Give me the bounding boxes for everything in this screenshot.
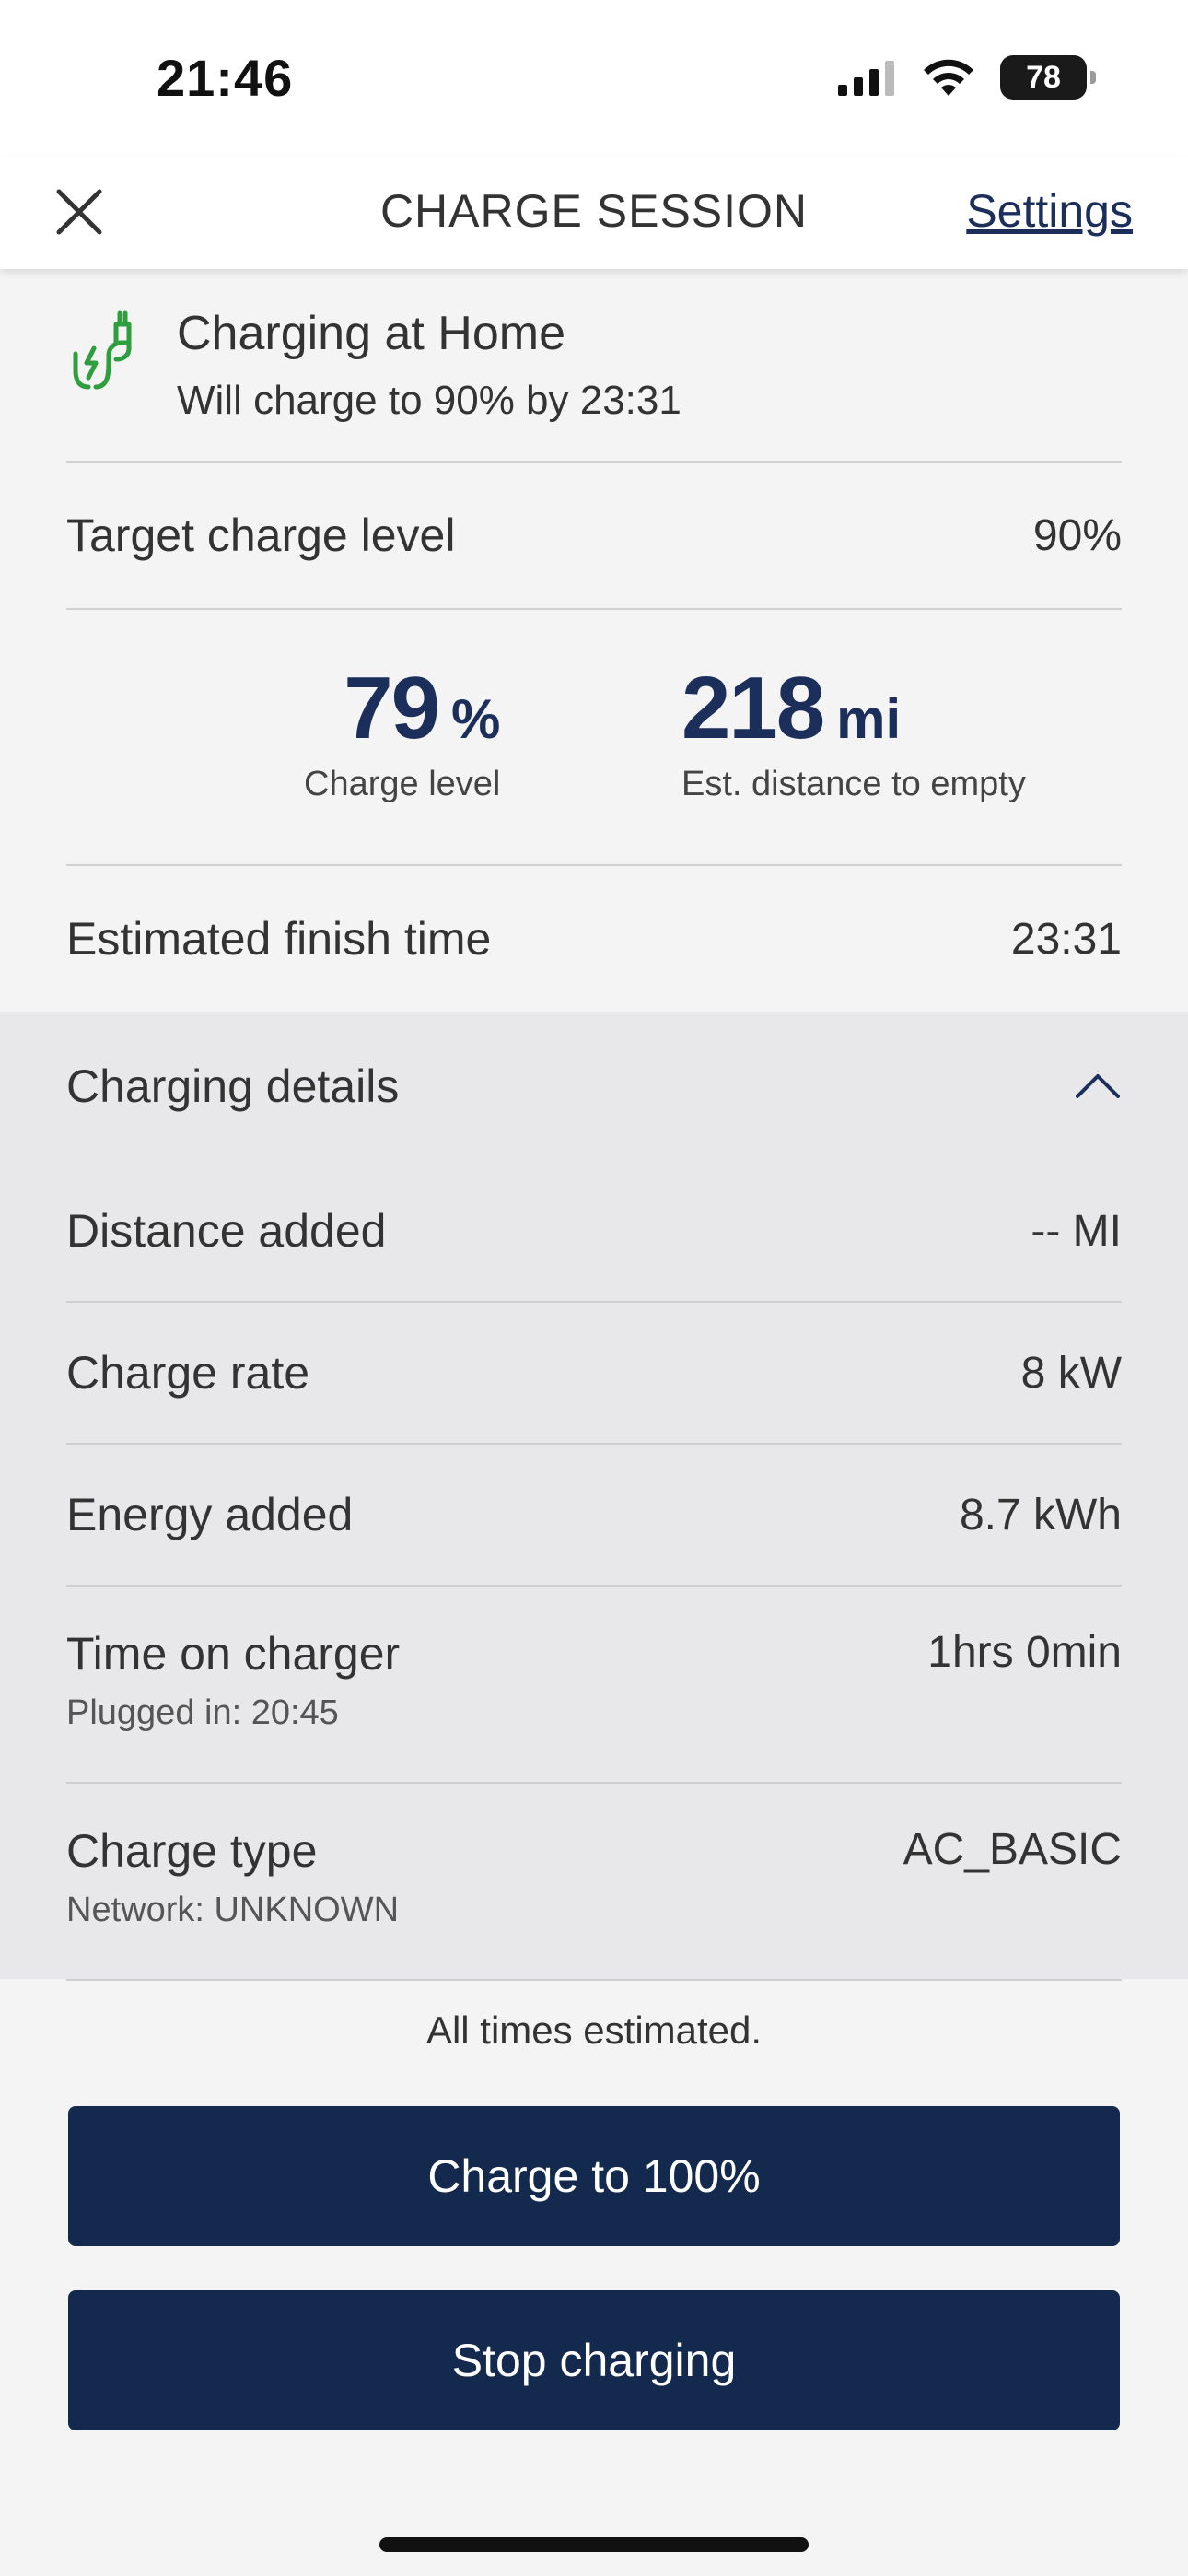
estimate-footnote: All times estimated.: [425, 2008, 763, 2052]
charging-plug-icon: [73, 310, 132, 390]
detail-row-distance-added: Distance added -- MI: [0, 1161, 1188, 1301]
target-charge-label: Target charge level: [66, 509, 456, 561]
battery-tail: [1090, 71, 1096, 84]
detail-value: -- MI: [1031, 1206, 1122, 1256]
distance-value: 218: [681, 659, 825, 757]
distance-metric: 218 mi Est. distance to empty: [681, 658, 1026, 804]
battery-icon: 78: [1000, 55, 1096, 100]
detail-label: Charge type: [66, 1825, 318, 1877]
target-charge-value: 90%: [1032, 510, 1122, 560]
stop-charging-button[interactable]: Stop charging: [68, 2290, 1120, 2430]
finish-time-row: Estimated finish time 23:31: [0, 866, 1188, 1012]
charge-metrics: 79% Charge level 218 mi Est. distance to …: [0, 610, 1188, 864]
detail-value: 8.7 kWh: [959, 1490, 1122, 1540]
detail-value: 1hrs 0min: [927, 1628, 1122, 1677]
wifi-icon: [921, 57, 976, 98]
session-title: Charging at Home: [177, 307, 565, 360]
detail-row-charge-type: Charge type Network: UNKNOWN AC_BASIC: [0, 1784, 1188, 1979]
charge-level-unit: %: [450, 688, 501, 750]
detail-row-energy-added: Energy added 8.7 kWh: [0, 1445, 1188, 1585]
detail-label: Energy added: [66, 1489, 354, 1540]
divider: [66, 1979, 1122, 1981]
detail-value: AC_BASIC: [903, 1825, 1122, 1874]
charge-level-label: Charge level: [304, 765, 501, 803]
finish-time-value: 23:31: [1010, 914, 1122, 964]
charge-to-100-button[interactable]: Charge to 100%: [68, 2106, 1120, 2246]
detail-label: Charge rate: [66, 1347, 310, 1399]
nav-header: CHARGE SESSION Settings: [0, 157, 1188, 269]
home-indicator[interactable]: [379, 2537, 809, 2552]
status-bar: 21:46 78: [0, 0, 1188, 157]
session-subtitle: Will charge to 90% by 23:31: [177, 378, 681, 423]
finish-time-label: Estimated finish time: [66, 913, 492, 965]
charge-level-metric: 79% Charge level: [304, 658, 500, 804]
charge-level-value: 79: [344, 659, 440, 757]
detail-row-time-on-charger: Time on charger Plugged in: 20:45 1hrs 0…: [0, 1587, 1188, 1782]
charge-session-screen: 21:46 78 CHARGE SESSION Settings Chargin…: [0, 0, 1188, 2576]
status-icons: 78: [838, 55, 1096, 100]
charging-details-section: Charging details Distance added -- MI Ch…: [0, 1012, 1188, 1979]
detail-label: Time on charger: [66, 1628, 401, 1680]
charging-location: Charging at Home Will charge to 90% by 2…: [0, 269, 1188, 461]
battery-level: 78: [1026, 59, 1061, 95]
charging-details-title: Charging details: [66, 1060, 400, 1112]
detail-row-charge-rate: Charge rate 8 kW: [0, 1303, 1188, 1443]
target-charge-row[interactable]: Target charge level 90%: [0, 463, 1188, 608]
detail-sub: Network: UNKNOWN: [66, 1891, 400, 1929]
settings-link[interactable]: Settings: [966, 184, 1133, 238]
content: Charging at Home Will charge to 90% by 2…: [0, 269, 1188, 2430]
detail-sub: Plugged in: 20:45: [66, 1693, 339, 1732]
chevron-up-icon: [1076, 1074, 1120, 1098]
detail-value: 8 kW: [1020, 1348, 1122, 1398]
cellular-signal-icon: [838, 59, 897, 96]
distance-label: Est. distance to empty: [681, 765, 1026, 803]
detail-label: Distance added: [66, 1205, 387, 1257]
distance-unit: mi: [836, 688, 902, 750]
charging-details-toggle[interactable]: Charging details: [0, 1012, 1188, 1161]
status-time: 21:46: [157, 49, 294, 107]
